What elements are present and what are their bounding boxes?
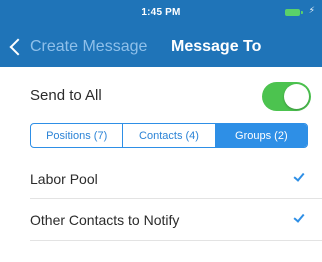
back-button-label: Create Message: [30, 38, 148, 55]
recipient-type-segmented-control: Positions (7) Contacts (4) Groups (2): [30, 123, 308, 148]
checkmark-icon: [293, 171, 304, 182]
navigation-bar: Create Message Message To: [0, 22, 322, 67]
send-to-all-toggle[interactable]: [262, 82, 311, 111]
send-to-all-row: Send to All: [0, 78, 322, 114]
back-button[interactable]: Create Message: [8, 36, 147, 58]
divider: [30, 240, 322, 241]
tab-contacts[interactable]: Contacts (4): [123, 124, 216, 147]
page-title: Message To: [171, 38, 262, 55]
battery-icon: [285, 9, 304, 16]
list-item-other-contacts[interactable]: Other Contacts to Notify: [0, 199, 322, 239]
list-item-label: Other Contacts to Notify: [30, 212, 180, 228]
chevron-left-icon: [9, 38, 27, 56]
toggle-knob: [284, 84, 309, 109]
app-header: 1:45 PM ⚡ Create Message Message To: [0, 0, 322, 67]
tab-groups[interactable]: Groups (2): [215, 124, 307, 147]
bolt-icon: ⚡: [308, 6, 315, 16]
status-bar: 1:45 PM ⚡: [0, 0, 322, 22]
checkmark-icon: [293, 212, 304, 223]
send-to-all-label: Send to All: [30, 87, 102, 104]
status-time: 1:45 PM: [141, 7, 181, 18]
tab-positions[interactable]: Positions (7): [31, 124, 124, 147]
list-item-labor-pool[interactable]: Labor Pool: [0, 158, 322, 198]
list-item-label: Labor Pool: [30, 171, 98, 187]
